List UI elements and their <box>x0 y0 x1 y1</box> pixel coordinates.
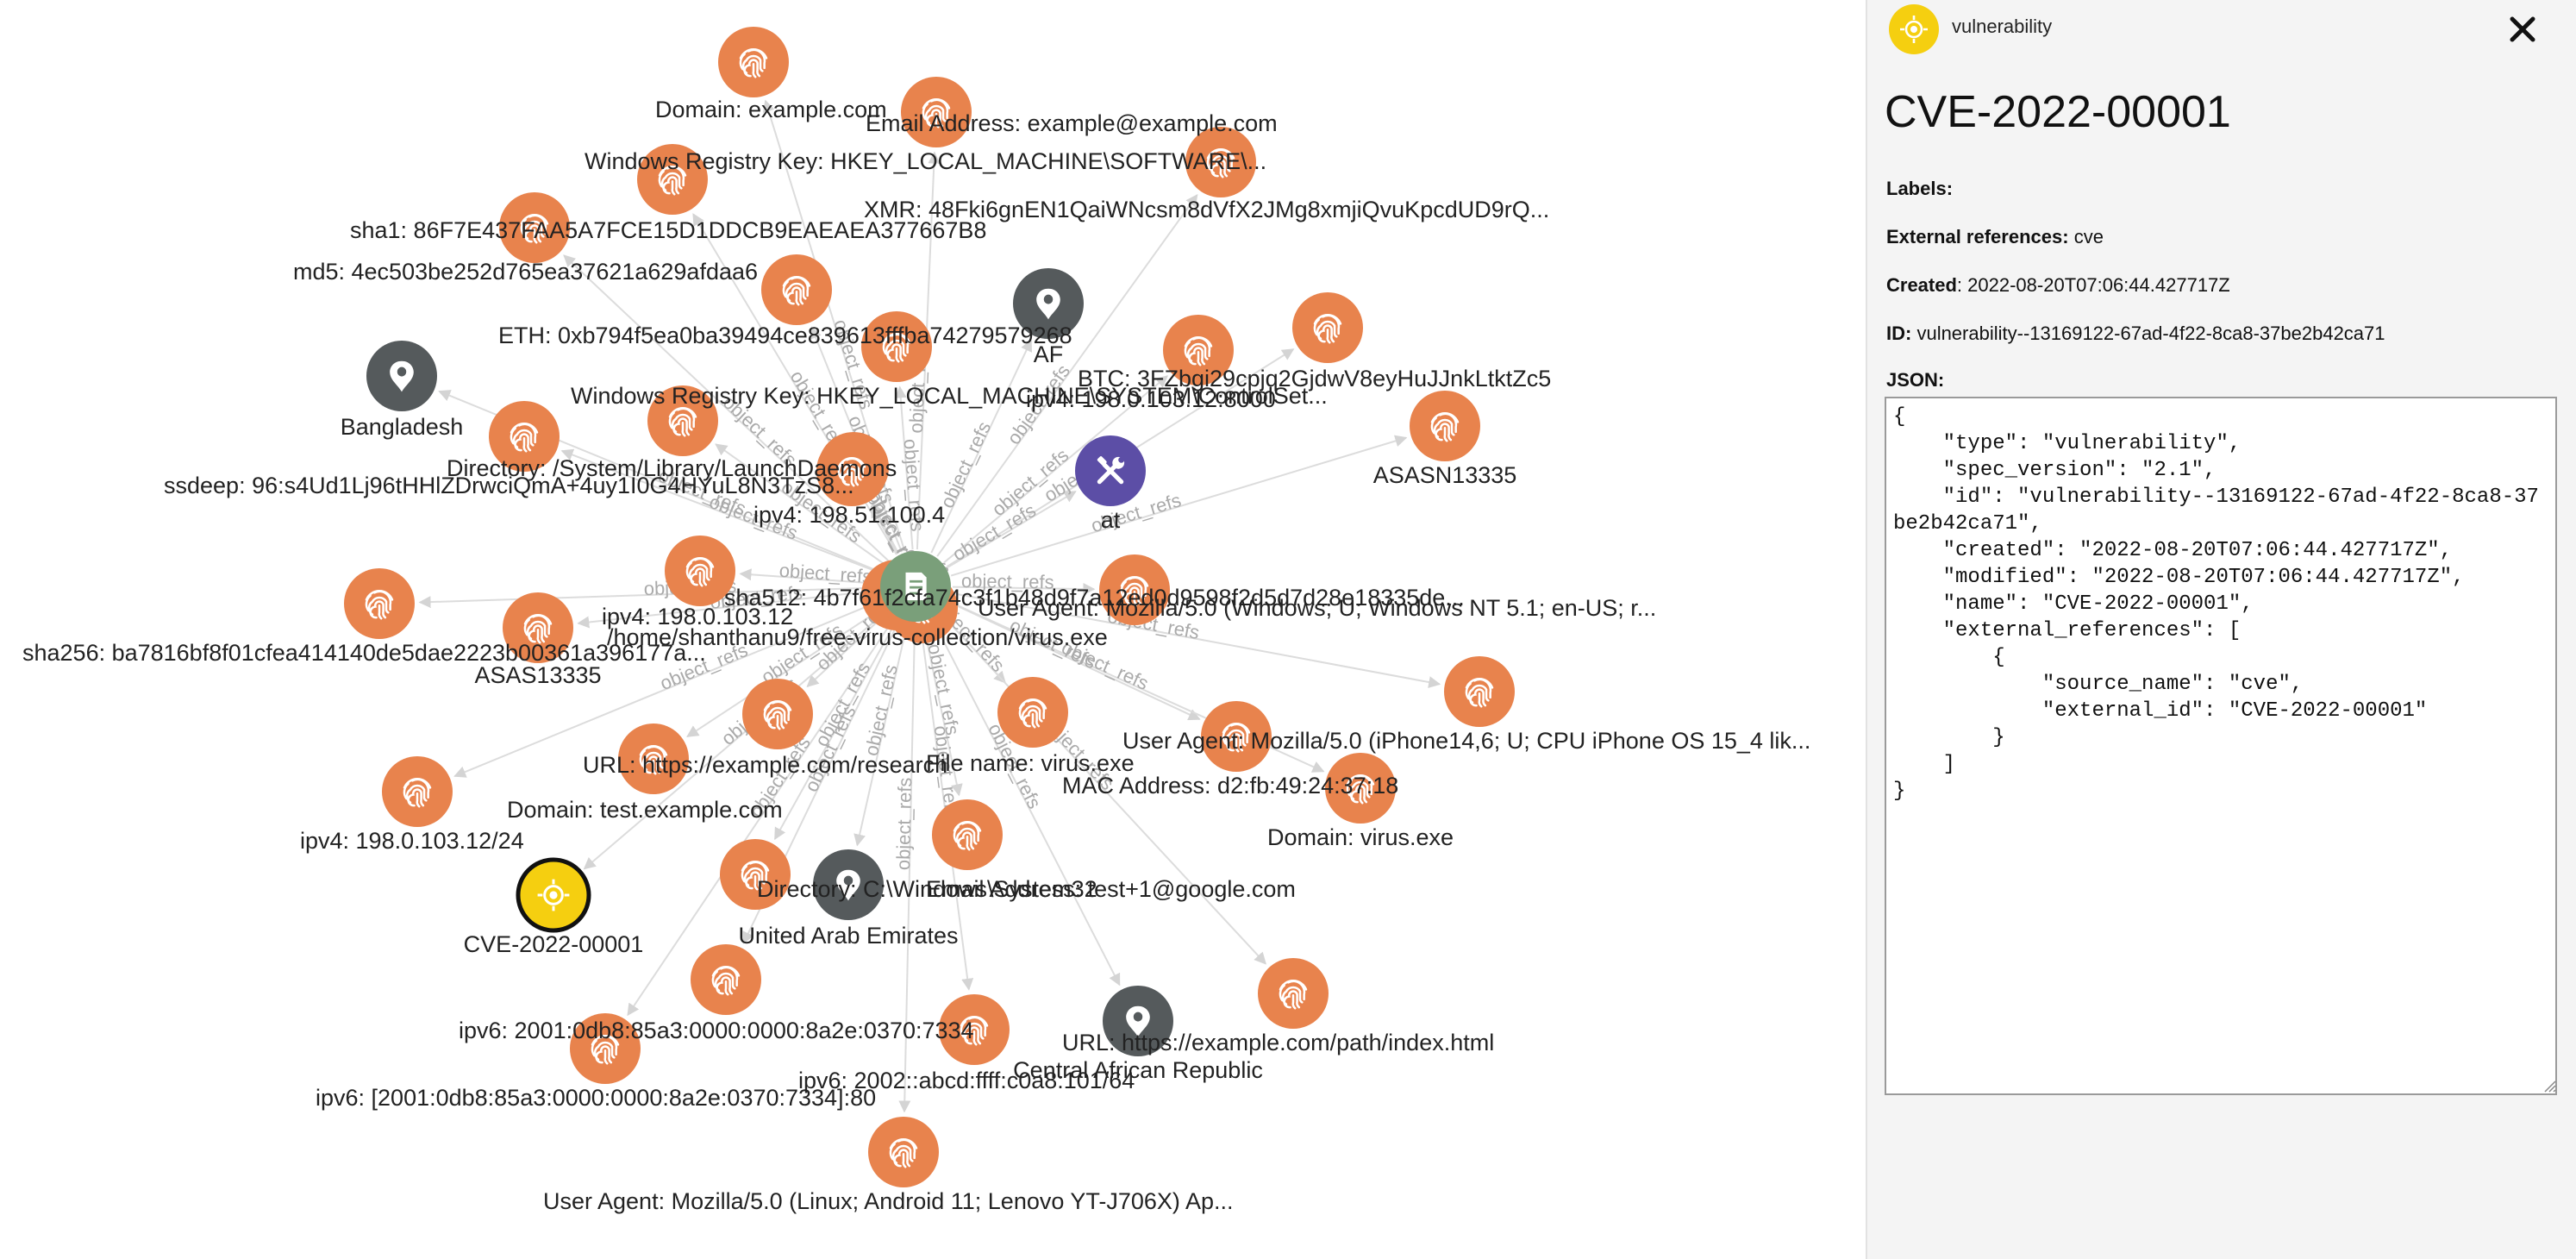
node-circle[interactable] <box>761 254 832 325</box>
node-label: User Agent: Mozilla/5.0 (Windows; U; Win… <box>978 595 1656 621</box>
close-icon[interactable] <box>2502 9 2543 50</box>
node-circle[interactable] <box>742 679 813 749</box>
graph-node-observable[interactable] <box>868 1117 939 1187</box>
node-label: sha256: ba7816bf8f01cfea414140de5dae2223… <box>22 640 706 666</box>
node-label: Windows Registry Key: HKEY_LOCAL_MACHINE… <box>571 383 1328 409</box>
node-label: ipv6: [2001:0db8:85a3:0000:0000:8a2e:037… <box>316 1085 876 1111</box>
node-circle[interactable] <box>691 944 761 1015</box>
external-references-field: External references: cve <box>1886 226 2104 248</box>
node-label: CVE-2022-00001 <box>464 931 644 957</box>
graph-node-observable[interactable] <box>344 568 415 639</box>
graph-node-observable[interactable] <box>1410 391 1480 461</box>
graph-node-observable[interactable] <box>742 679 813 749</box>
node-circle[interactable] <box>868 1117 939 1187</box>
graph-node-observable[interactable] <box>997 677 1068 748</box>
node-label: Domain: virus.exe <box>1267 824 1454 850</box>
graph-node-vulnerability[interactable] <box>516 857 591 933</box>
node-circle[interactable] <box>1258 958 1329 1029</box>
node-label: ASAS13335 <box>474 662 601 688</box>
node-label: Email Address: example@example.com <box>866 110 1278 136</box>
node-label: MAC Address: d2:fb:49:24:37:18 <box>1062 773 1398 799</box>
node-label: United Arab Emirates <box>738 923 958 949</box>
node-circle[interactable] <box>1444 656 1515 727</box>
json-label: JSON: <box>1886 369 1945 391</box>
node-label: Bangladesh <box>341 414 464 440</box>
graph-node-observable[interactable] <box>1444 656 1515 727</box>
node-label: AF <box>1034 341 1064 367</box>
node-label: ASASN13335 <box>1373 462 1517 488</box>
node-label: md5: 4ec503be252d765ea37621a629afdaa6 <box>293 259 758 285</box>
node-label: ETH: 0xb794f5ea0ba39494ce839613fffba7427… <box>498 323 1072 348</box>
node-circle[interactable] <box>1292 292 1363 363</box>
node-label: Domain: test.example.com <box>507 797 783 823</box>
node-label: ipv6: 2001:0db8:85a3:0000:0000:8a2e:0370… <box>459 1018 974 1043</box>
target-icon <box>1889 4 1939 54</box>
json-textarea[interactable]: { "type": "vulnerability", "spec_version… <box>1885 397 2557 1095</box>
edge-label: object_refs <box>892 777 916 870</box>
graph-node-observable[interactable] <box>1258 958 1329 1029</box>
json-field-label: JSON: <box>1886 369 1944 391</box>
graph-node-observable[interactable] <box>718 27 789 97</box>
resize-grip-icon[interactable] <box>2542 1078 2557 1093</box>
graph-node-observable[interactable] <box>1292 292 1363 363</box>
node-label: ipv4: 198.51.100.4 <box>753 502 945 528</box>
graph-node-observable[interactable] <box>382 756 453 827</box>
graph-node-tool[interactable] <box>1075 435 1146 506</box>
node-label: ssdeep: 96:s4Ud1Lj96tHHlZDrwciQmA+4uy1I0… <box>164 473 854 498</box>
id-value: vulnerability--13169122-67ad-4f22-8ca8-3… <box>1916 323 2385 344</box>
external-references-value: cve <box>2073 226 2104 247</box>
labels-label: Labels: <box>1886 178 1954 199</box>
graph-node-observable[interactable] <box>761 254 832 325</box>
node-label: at <box>1101 507 1121 533</box>
labels-field: Labels: <box>1886 178 1953 200</box>
labels-layer: Domain: example.comEmail Address: exampl… <box>22 97 1810 1214</box>
node-label: Email Address: test+1@google.com <box>926 876 1296 902</box>
node-circle[interactable] <box>382 756 453 827</box>
node-label: Domain: example.com <box>655 97 887 122</box>
graph-node-observable[interactable] <box>932 799 1003 870</box>
details-panel: vulnerability CVE-2022-00001 Labels: Ext… <box>1866 0 2576 1259</box>
node-circle[interactable] <box>1410 391 1480 461</box>
node-label: User Agent: Mozilla/5.0 (iPhone14,6; U; … <box>1122 728 1810 754</box>
external-references-label: External references: <box>1886 226 2069 247</box>
node-label: Central African Republic <box>1013 1057 1263 1083</box>
graph-node-observable[interactable] <box>691 944 761 1015</box>
graph-svg[interactable]: object_refs object_refsobject_refs object_… <box>0 0 1866 1259</box>
created-label: Created <box>1886 274 1957 296</box>
node-label: User Agent: Mozilla/5.0 (Linux; Android … <box>543 1188 1233 1214</box>
created-field: Created: 2022-08-20T07:06:44.427717Z <box>1886 274 2230 296</box>
node-label: ipv4: 198.0.103.12/24 <box>300 828 524 854</box>
node-label: sha1: 86F7E437FAA5A7FCE15D1DDCB9EAEAEA37… <box>350 217 986 243</box>
node-label: URL: https://example.com/path/index.html <box>1062 1030 1494 1055</box>
panel-title: CVE-2022-00001 <box>1885 87 2231 137</box>
graph-node-location[interactable] <box>366 341 437 411</box>
panel-type-label: vulnerability <box>1952 16 2053 37</box>
id-label: ID: <box>1886 323 1912 344</box>
node-label: URL: https://example.com/research <box>583 752 947 778</box>
node-circle[interactable] <box>932 799 1003 870</box>
node-circle[interactable] <box>997 677 1068 748</box>
node-label: /home/shanthanu9/free-virus-collection/v… <box>607 624 1108 650</box>
node-circle[interactable] <box>344 568 415 639</box>
edge-label: object_refs <box>936 418 995 511</box>
id-field: ID: vulnerability--13169122-67ad-4f22-8c… <box>1886 323 2385 345</box>
node-label: Windows Registry Key: HKEY_LOCAL_MACHINE… <box>585 148 1266 174</box>
created-value: 2022-08-20T07:06:44.427717Z <box>1967 274 2230 296</box>
node-circle[interactable] <box>718 27 789 97</box>
graph-canvas[interactable]: object_refs object_refs object_refs object_… <box>0 0 1866 1259</box>
